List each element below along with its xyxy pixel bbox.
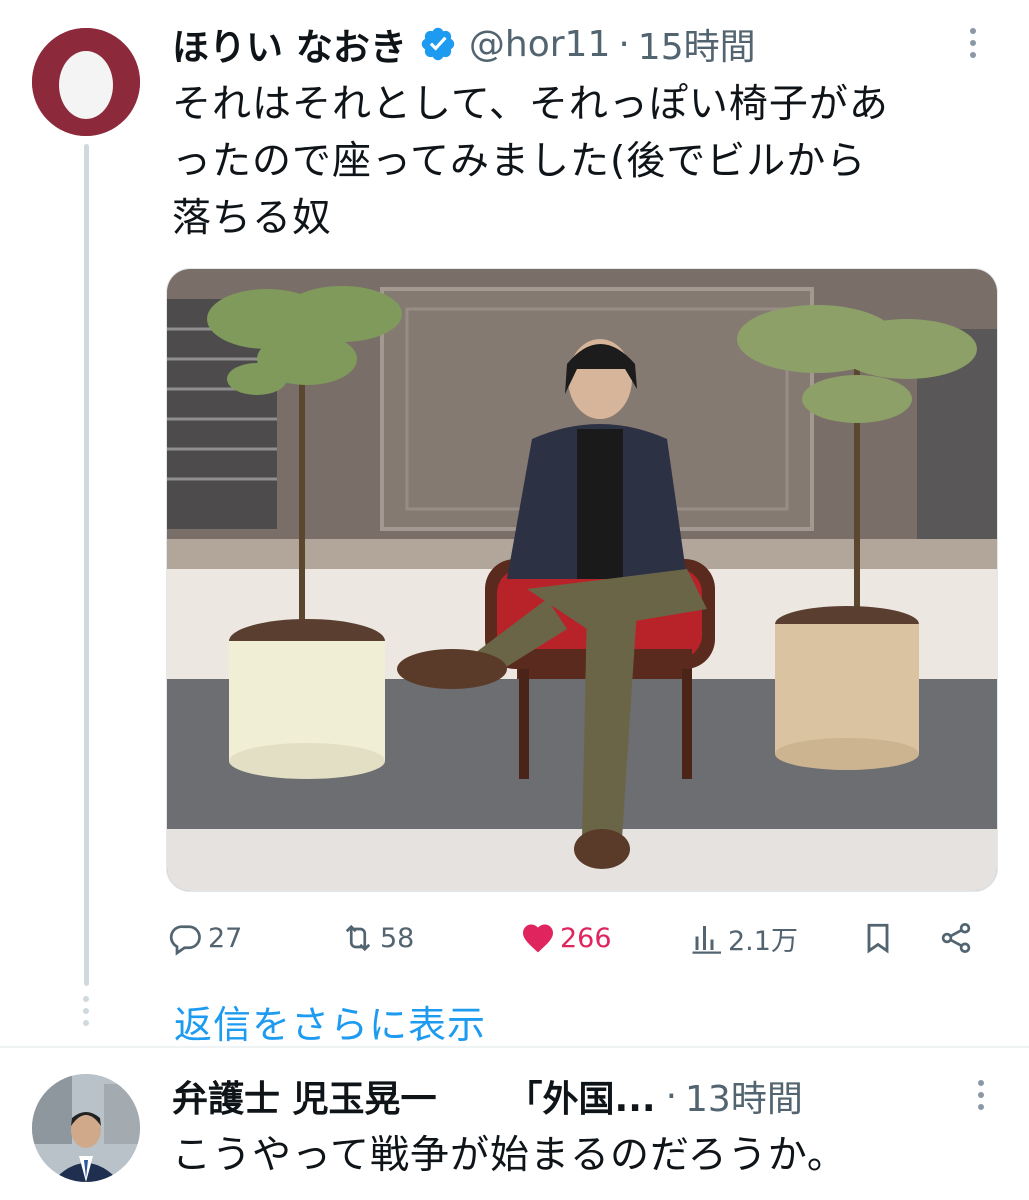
photo-image	[167, 269, 997, 891]
retweet-icon	[345, 924, 371, 952]
reply-button[interactable]: 27	[168, 908, 242, 968]
reply-count: 27	[208, 922, 243, 954]
author-avatar[interactable]	[32, 28, 140, 136]
reply-icon	[169, 925, 201, 956]
tweet-header: ほりい なおき @hor11 · 15時間	[172, 18, 756, 70]
heart-icon	[523, 924, 553, 953]
author-name[interactable]: ほりい なおき	[172, 17, 407, 71]
tweet-action-bar: 27 58 266 2.1万	[168, 908, 998, 968]
author-avatar[interactable]	[32, 1074, 140, 1182]
thread-line	[84, 144, 89, 986]
retweet-button[interactable]: 58	[340, 908, 414, 968]
share-icon	[941, 923, 971, 953]
share-button[interactable]	[938, 908, 974, 968]
views-button[interactable]: 2.1万	[688, 908, 798, 968]
views-icon	[692, 926, 721, 954]
separator-dot: ·	[618, 23, 630, 65]
verified-badge-icon	[421, 27, 455, 61]
separator-dot: ·	[665, 1075, 678, 1117]
show-more-replies-link[interactable]: 返信をさらに表示	[174, 994, 486, 1049]
divider	[0, 1046, 1029, 1048]
tweet-text: それはそれとして、それっぽい椅子があ ったので座ってみました(後でビルから 落ち…	[172, 82, 889, 241]
like-count: 266	[560, 922, 612, 954]
views-count: 2.1万	[728, 925, 798, 957]
author-handle[interactable]: @hor11	[469, 24, 610, 65]
like-button[interactable]: 266	[520, 908, 612, 968]
timestamp[interactable]: 15時間	[638, 18, 756, 70]
profile-photo-image	[32, 1074, 140, 1182]
tweet-photo[interactable]	[166, 268, 998, 892]
bookmark-icon	[867, 923, 889, 954]
retweet-count: 58	[380, 922, 415, 954]
more-icon[interactable]	[966, 1080, 996, 1120]
author-name[interactable]: 弁護士 児玉晃一	[172, 1070, 437, 1122]
thread-continuation-dots	[80, 996, 92, 1032]
tweet-text: こうやって戦争が始まるのだろうか。	[172, 1133, 847, 1178]
egg-avatar-image	[32, 28, 140, 136]
more-icon[interactable]	[958, 28, 988, 68]
bookmark-button[interactable]	[860, 908, 896, 968]
tweet-header: 弁護士 児玉晃一 「外国... · 13時間	[172, 1068, 803, 1124]
author-name-suffix[interactable]: 「外国...	[507, 1070, 656, 1122]
timestamp[interactable]: 13時間	[685, 1070, 803, 1122]
